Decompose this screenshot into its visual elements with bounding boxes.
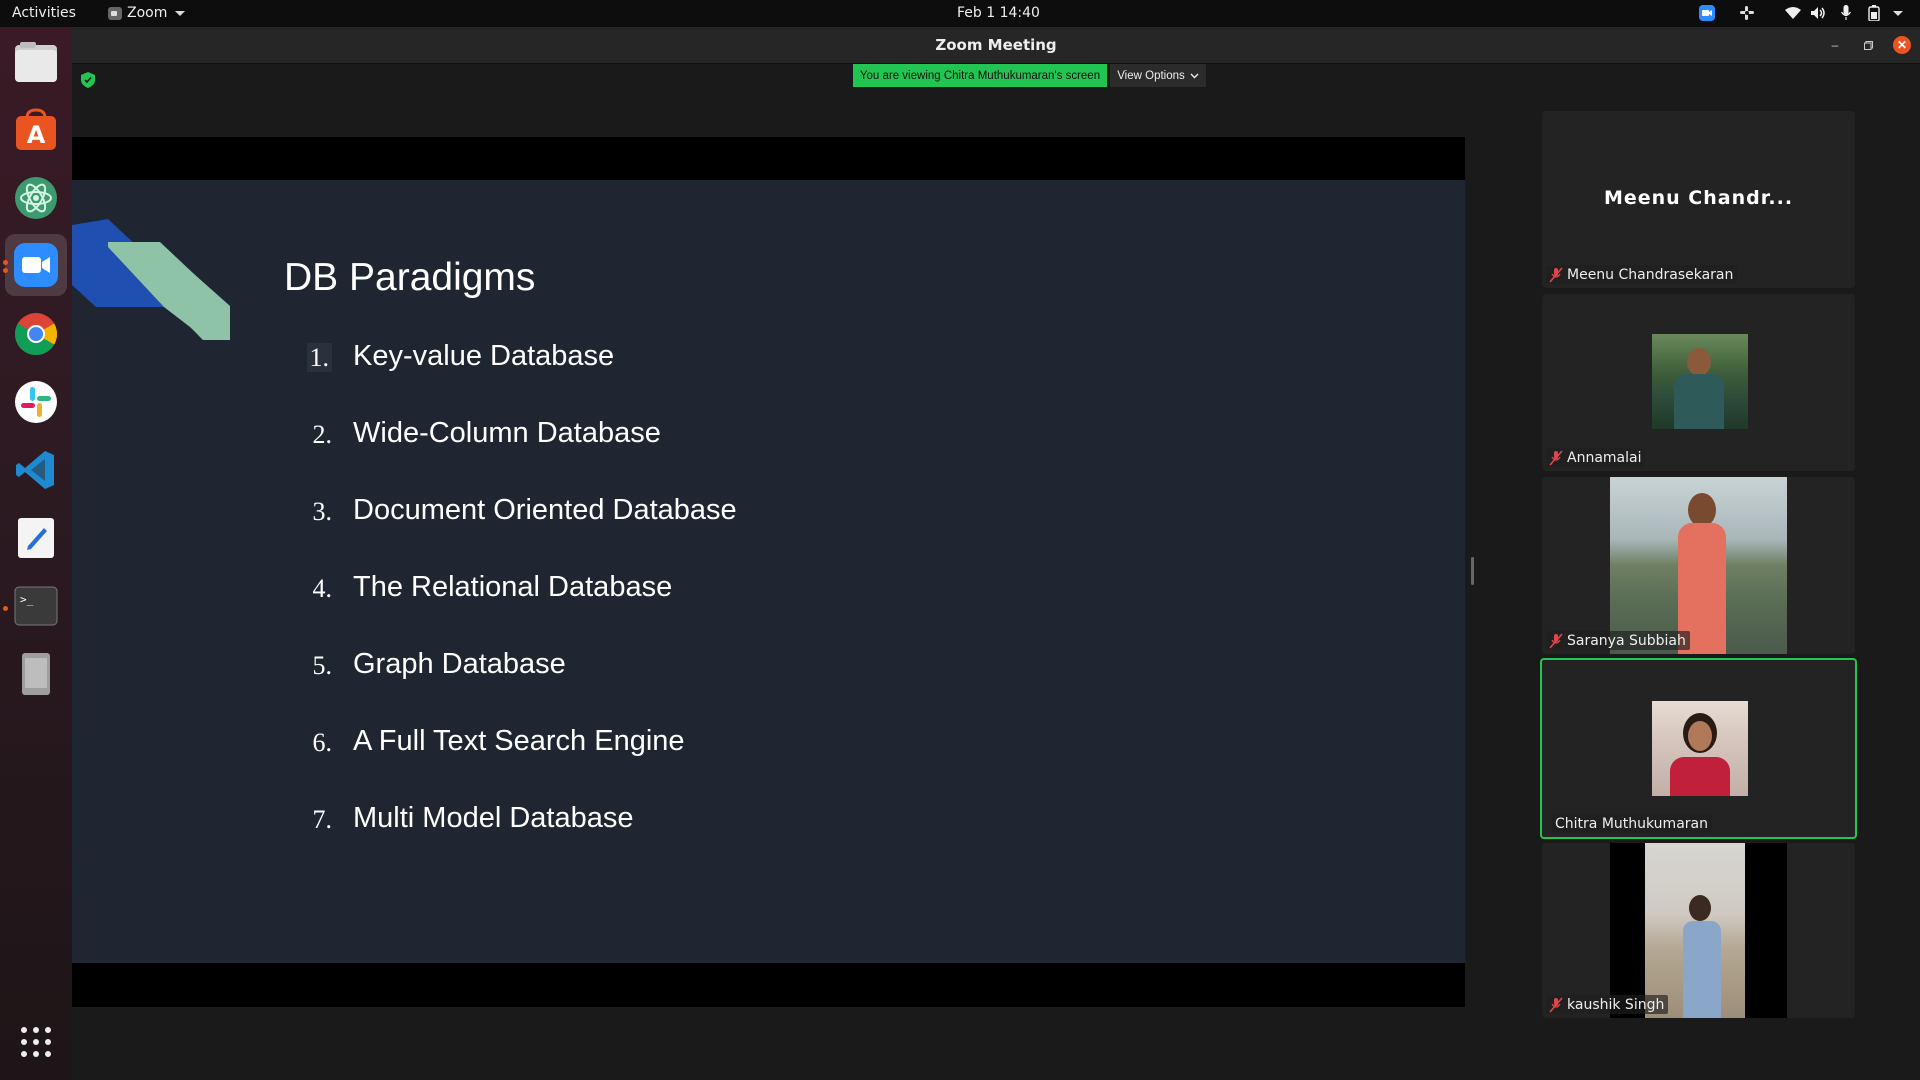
battery-icon[interactable] bbox=[1866, 4, 1882, 22]
app-menu-label: Zoom bbox=[127, 5, 168, 21]
view-options-button[interactable]: View Options bbox=[1110, 64, 1206, 87]
participant-name: Saranya Subbiah bbox=[1567, 632, 1686, 649]
zoom-icon[interactable] bbox=[5, 234, 67, 296]
show-applications-icon[interactable] bbox=[12, 1018, 60, 1066]
mic-muted-icon bbox=[1549, 449, 1563, 466]
software-store-icon[interactable]: A bbox=[12, 106, 60, 154]
mic-muted-icon bbox=[1549, 266, 1563, 283]
list-text: Document Oriented Database bbox=[353, 494, 737, 526]
participant-label: Annamalai bbox=[1546, 448, 1646, 467]
terminal-icon[interactable]: >_ bbox=[12, 582, 60, 630]
wifi-icon[interactable] bbox=[1783, 4, 1803, 22]
zoom-small-icon bbox=[108, 6, 122, 20]
running-indicator bbox=[3, 260, 8, 265]
participant-label: kaushik Singh bbox=[1546, 995, 1669, 1014]
files-icon[interactable] bbox=[12, 38, 60, 86]
participant-tile[interactable]: Meenu Chandr... Meenu Chandrasekaran bbox=[1542, 111, 1855, 288]
list-number: 2. bbox=[312, 420, 333, 449]
participant-name: Meenu Chandrasekaran bbox=[1567, 266, 1734, 283]
svg-text:>_: >_ bbox=[20, 593, 34, 606]
app-menu[interactable]: Zoom bbox=[108, 5, 186, 21]
participant-video bbox=[1610, 477, 1787, 654]
participant-name: kaushik Singh bbox=[1567, 996, 1665, 1013]
minimize-button[interactable]: – bbox=[1826, 36, 1844, 54]
maximize-button[interactable] bbox=[1859, 36, 1877, 54]
chevron-down-icon bbox=[175, 10, 186, 16]
participant-video bbox=[1610, 843, 1787, 1018]
text-editor-icon[interactable] bbox=[12, 514, 60, 562]
mic-muted-icon bbox=[1549, 996, 1563, 1013]
list-text: A Full Text Search Engine bbox=[353, 725, 685, 757]
svg-text:A: A bbox=[27, 121, 46, 149]
list-number: 1. bbox=[282, 343, 332, 373]
list-number: 5. bbox=[312, 651, 333, 680]
list-text: Multi Model Database bbox=[353, 802, 634, 834]
close-button[interactable]: ✕ bbox=[1893, 36, 1911, 54]
list-text: Wide-Column Database bbox=[353, 417, 661, 449]
running-indicator bbox=[3, 606, 8, 611]
participant-label: Chitra Muthukumaran bbox=[1552, 814, 1712, 833]
atom-icon[interactable] bbox=[12, 174, 60, 222]
zoom-tray-icon[interactable] bbox=[1698, 4, 1716, 22]
shared-screen[interactable]: DB Paradigms 1. Key-value Database 2. Wi… bbox=[72, 137, 1465, 1007]
slide-title: DB Paradigms bbox=[284, 256, 536, 299]
list-number: 7. bbox=[312, 805, 333, 834]
participant-tile[interactable]: kaushik Singh bbox=[1542, 843, 1855, 1018]
slack-tray-icon[interactable] bbox=[1738, 4, 1756, 22]
volume-icon[interactable] bbox=[1809, 4, 1827, 22]
list-number: 6. bbox=[312, 728, 333, 757]
presentation-slide: DB Paradigms 1. Key-value Database 2. Wi… bbox=[72, 180, 1465, 963]
encryption-shield-icon[interactable] bbox=[81, 72, 95, 88]
participant-initial-name: Meenu Chandr... bbox=[1603, 187, 1794, 209]
microphone-icon[interactable] bbox=[1839, 4, 1853, 22]
participant-label: Meenu Chandrasekaran bbox=[1546, 265, 1738, 284]
mic-muted-icon bbox=[1549, 632, 1563, 649]
view-options-label: View Options bbox=[1117, 69, 1185, 82]
list-number: 3. bbox=[312, 497, 333, 526]
participant-tile-active-speaker[interactable]: Chitra Muthukumaran bbox=[1540, 658, 1857, 839]
gallery-resize-handle[interactable] bbox=[1471, 557, 1474, 585]
dock: A >_ bbox=[0, 27, 72, 1080]
participant-label: Saranya Subbiah bbox=[1546, 631, 1690, 650]
window-title: Zoom Meeting bbox=[935, 36, 1057, 54]
chevron-down-icon bbox=[1190, 70, 1199, 82]
slide-decoration-graphic bbox=[72, 219, 230, 340]
system-menu-chevron-icon[interactable] bbox=[1889, 4, 1903, 22]
window-titlebar[interactable]: Zoom Meeting – ✕ bbox=[72, 27, 1920, 64]
chrome-icon[interactable] bbox=[12, 310, 60, 358]
list-text: Key-value Database bbox=[353, 340, 615, 372]
participant-name: Chitra Muthukumaran bbox=[1555, 815, 1708, 832]
list-text: The Relational Database bbox=[353, 571, 673, 603]
list-number: 4. bbox=[312, 574, 333, 603]
participant-tile[interactable]: Annamalai bbox=[1542, 294, 1855, 471]
slack-icon[interactable] bbox=[12, 378, 60, 426]
removable-drive-icon[interactable] bbox=[12, 650, 60, 698]
participant-video bbox=[1652, 334, 1748, 429]
participant-name: Annamalai bbox=[1567, 449, 1642, 466]
running-indicator bbox=[3, 268, 8, 273]
participant-tile[interactable]: Saranya Subbiah bbox=[1542, 477, 1855, 654]
activities-button[interactable]: Activities bbox=[12, 5, 76, 21]
list-text: Graph Database bbox=[353, 648, 566, 680]
viewing-screen-banner: You are viewing Chitra Muthukumaran's sc… bbox=[853, 64, 1107, 87]
system-top-bar: Activities Zoom Feb 1 14:40 bbox=[0, 0, 1920, 27]
vscode-icon[interactable] bbox=[12, 446, 60, 494]
clock[interactable]: Feb 1 14:40 bbox=[957, 5, 1040, 21]
participant-video bbox=[1652, 701, 1748, 796]
